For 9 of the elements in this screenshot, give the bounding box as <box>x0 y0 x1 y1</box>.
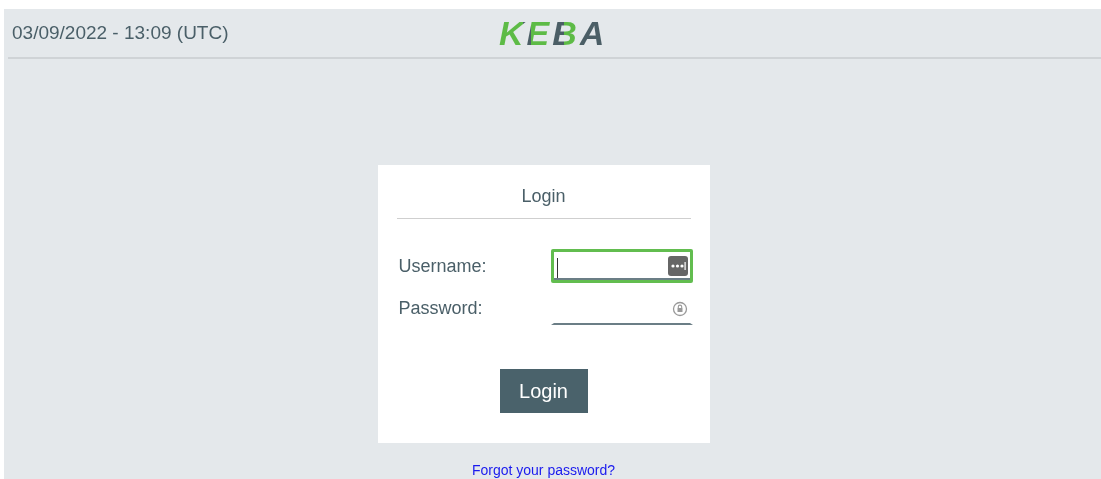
username-field[interactable] <box>550 249 693 283</box>
login-button[interactable]: Login <box>499 369 588 413</box>
autofill-icon[interactable] <box>667 256 688 276</box>
field-label: Password: <box>397 297 483 319</box>
lock-icon[interactable] <box>671 300 688 317</box>
forgot-password-link[interactable]: Forgot your password? <box>471 462 616 478</box>
login-title: Login <box>520 186 567 208</box>
date-time: 03/09/2022 - 13:09 (UTC) <box>11 22 229 44</box>
field-label: Username: <box>397 255 487 277</box>
